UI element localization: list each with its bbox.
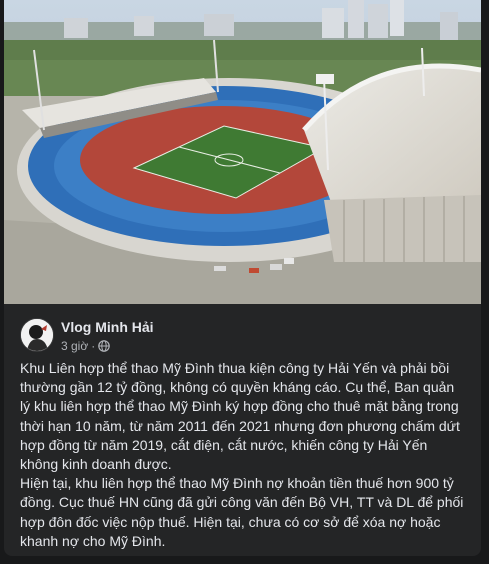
post-paragraph: Hiện tại, khu liên hợp thể thao Mỹ Đình … bbox=[20, 475, 464, 549]
stadium-photo[interactable] bbox=[4, 0, 481, 304]
globe-icon[interactable] bbox=[98, 340, 111, 352]
post-paragraph: Khu Liên hợp thể thao Mỹ Đình thua kiện … bbox=[20, 360, 460, 473]
author-name[interactable]: Vlog Minh Hải bbox=[61, 319, 154, 335]
post-time[interactable]: 3 giờ bbox=[61, 339, 88, 353]
post-body: Khu Liên hợp thể thao Mỹ Đình thua kiện … bbox=[20, 359, 467, 551]
post-card: Vlog Minh Hải 3 giờ · Khu Liên hợp thể t… bbox=[4, 0, 481, 556]
meta-separator: · bbox=[91, 339, 96, 353]
post-meta: 3 giờ · bbox=[61, 339, 111, 353]
avatar[interactable] bbox=[20, 318, 54, 352]
post-header: Vlog Minh Hải 3 giờ · bbox=[20, 316, 465, 356]
avatar-image bbox=[21, 319, 53, 351]
